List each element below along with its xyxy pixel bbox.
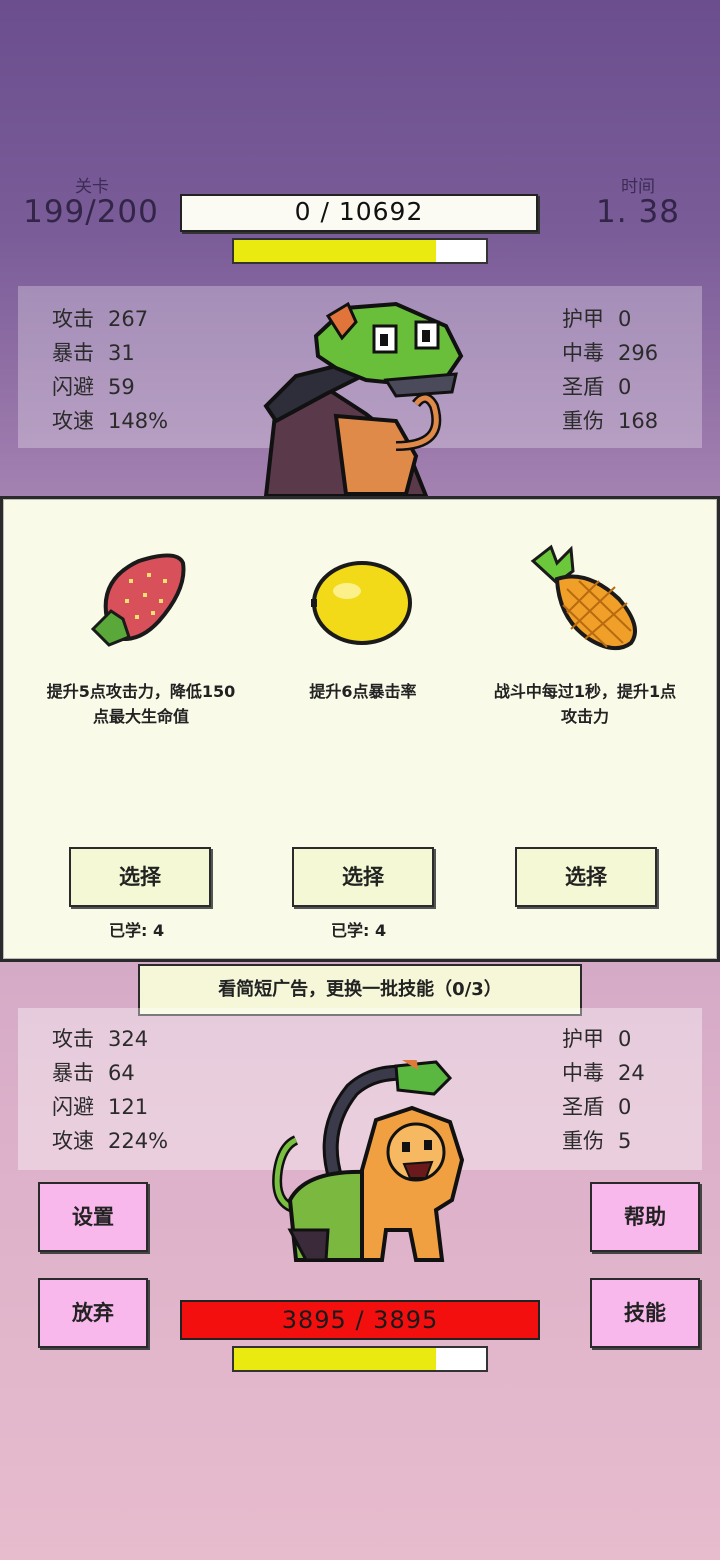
player-hp-text: 3895 / 3895 [281,1306,439,1334]
enemy-stat-crit: 暴击 31 [52,341,135,365]
enemy-stat-attack-speed: 攻速 148% [52,409,169,433]
enemy-stat-holy-shield: 圣盾 0 [562,375,632,399]
enemy-stats-left: 攻击 267 暴击 31 闪避 59 攻速 148% [52,302,168,438]
skills-button[interactable]: 技能 [590,1278,700,1348]
skill-2-select-button[interactable]: 选择 [292,847,434,907]
give-up-button[interactable]: 放弃 [38,1278,148,1348]
player-stat-holy-shield: 圣盾 0 [562,1095,632,1119]
enemy-stat-dodge: 闪避 59 [52,375,135,399]
player-stat-dodge: 闪避 121 [52,1095,149,1119]
player-energy-fill [234,1348,436,1370]
skill-1-select-button[interactable]: 选择 [69,847,211,907]
skill-2-learned-count: 已学: 4 [331,921,387,940]
skill-1-learned-count: 已学: 4 [109,921,165,940]
player-stat-attack-speed: 攻速 224% [52,1129,169,1153]
lemon-icon [311,561,412,645]
enemy-stats-right: 护甲 0 中毒 296 圣盾 0 重伤 168 [562,302,658,438]
enemy-stat-grievous-wound: 重伤 168 [562,409,659,433]
enemy-stat-attack: 攻击 267 [52,307,149,331]
player-energy-bar [232,1346,488,1372]
skill-3-select-button[interactable]: 选择 [515,847,657,907]
player-chimera-sprite [272,1060,465,1262]
level-value: 199/200 [23,194,159,230]
player-stat-poison: 中毒 24 [562,1061,645,1085]
enemy-energy-bar [232,238,488,264]
enemy-stat-poison: 中毒 296 [562,341,659,365]
skill-1-description: 提升5点攻击力，降低150点最大生命值 [46,682,236,726]
skill-2-description: 提升6点暴击率 [309,682,417,701]
player-stat-armor: 护甲 0 [562,1027,632,1051]
enemy-hp-bar: 0 / 10692 [180,194,538,232]
enemy-monster-sprite [263,301,464,498]
player-hp-bar: 3895 / 3895 [180,1300,540,1340]
enemy-energy-fill [234,240,436,262]
player-stats-left: 攻击 324 暴击 64 闪避 121 攻速 224% [52,1022,168,1158]
help-button[interactable]: 帮助 [590,1182,700,1252]
skill-3-description: 战斗中每过1秒，提升1点攻击力 [493,682,677,726]
time-value: 1. 38 [596,194,680,230]
player-stat-crit: 暴击 64 [52,1061,135,1085]
skill-selection-card: 提升5点攻击力，降低150点最大生命值 选择 已学: 4 提升6点暴击率 选择 … [0,496,720,962]
player-stat-grievous-wound: 重伤 5 [562,1129,632,1153]
pineapple-icon [530,544,637,651]
player-stats-right: 护甲 0 中毒 24 圣盾 0 重伤 5 [562,1022,645,1158]
enemy-stat-armor: 护甲 0 [562,307,632,331]
enemy-hp-text: 0 / 10692 [294,197,424,226]
settings-button[interactable]: 设置 [38,1182,148,1252]
player-stat-attack: 攻击 324 [52,1027,149,1051]
strawberry-icon [90,553,186,647]
